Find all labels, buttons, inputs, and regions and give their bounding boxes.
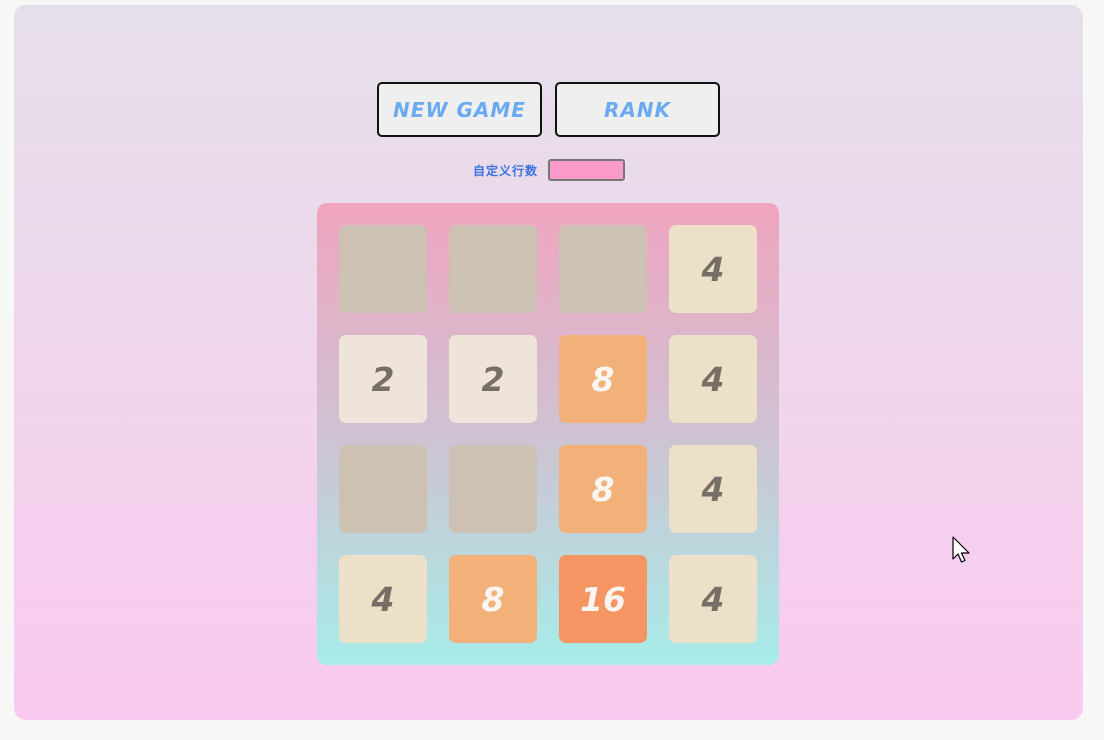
game-container: NEW GAME RANK 自定义行数 4 2 2 8 4 8 4 4 8 16 4 [14, 5, 1083, 720]
tile-r3-c1: 8 [449, 555, 537, 643]
tile-r2-c0 [339, 445, 427, 533]
tile-r0-c1 [449, 225, 537, 313]
mouse-cursor-icon [952, 536, 970, 563]
custom-rows-control: 自定义行数 [473, 159, 626, 181]
tile-r1-c0: 2 [339, 335, 427, 423]
custom-rows-input[interactable] [548, 159, 626, 181]
tile-r0-c3: 4 [669, 225, 757, 313]
tile-r3-c2: 16 [559, 555, 647, 643]
tile-r3-c3: 4 [669, 555, 757, 643]
tile-r2-c1 [449, 445, 537, 533]
tile-r2-c3: 4 [669, 445, 757, 533]
tile-r2-c2: 8 [559, 445, 647, 533]
game-board: 4 2 2 8 4 8 4 4 8 16 4 [317, 203, 779, 665]
rank-button[interactable]: RANK [555, 82, 720, 137]
custom-rows-label: 自定义行数 [473, 163, 539, 178]
tile-r1-c2: 8 [559, 335, 647, 423]
new-game-button[interactable]: NEW GAME [377, 82, 542, 137]
tile-r3-c0: 4 [339, 555, 427, 643]
tile-r1-c3: 4 [669, 335, 757, 423]
tile-r0-c0 [339, 225, 427, 313]
control-buttons: NEW GAME RANK [377, 82, 720, 137]
tile-r0-c2 [559, 225, 647, 313]
tile-r1-c1: 2 [449, 335, 537, 423]
